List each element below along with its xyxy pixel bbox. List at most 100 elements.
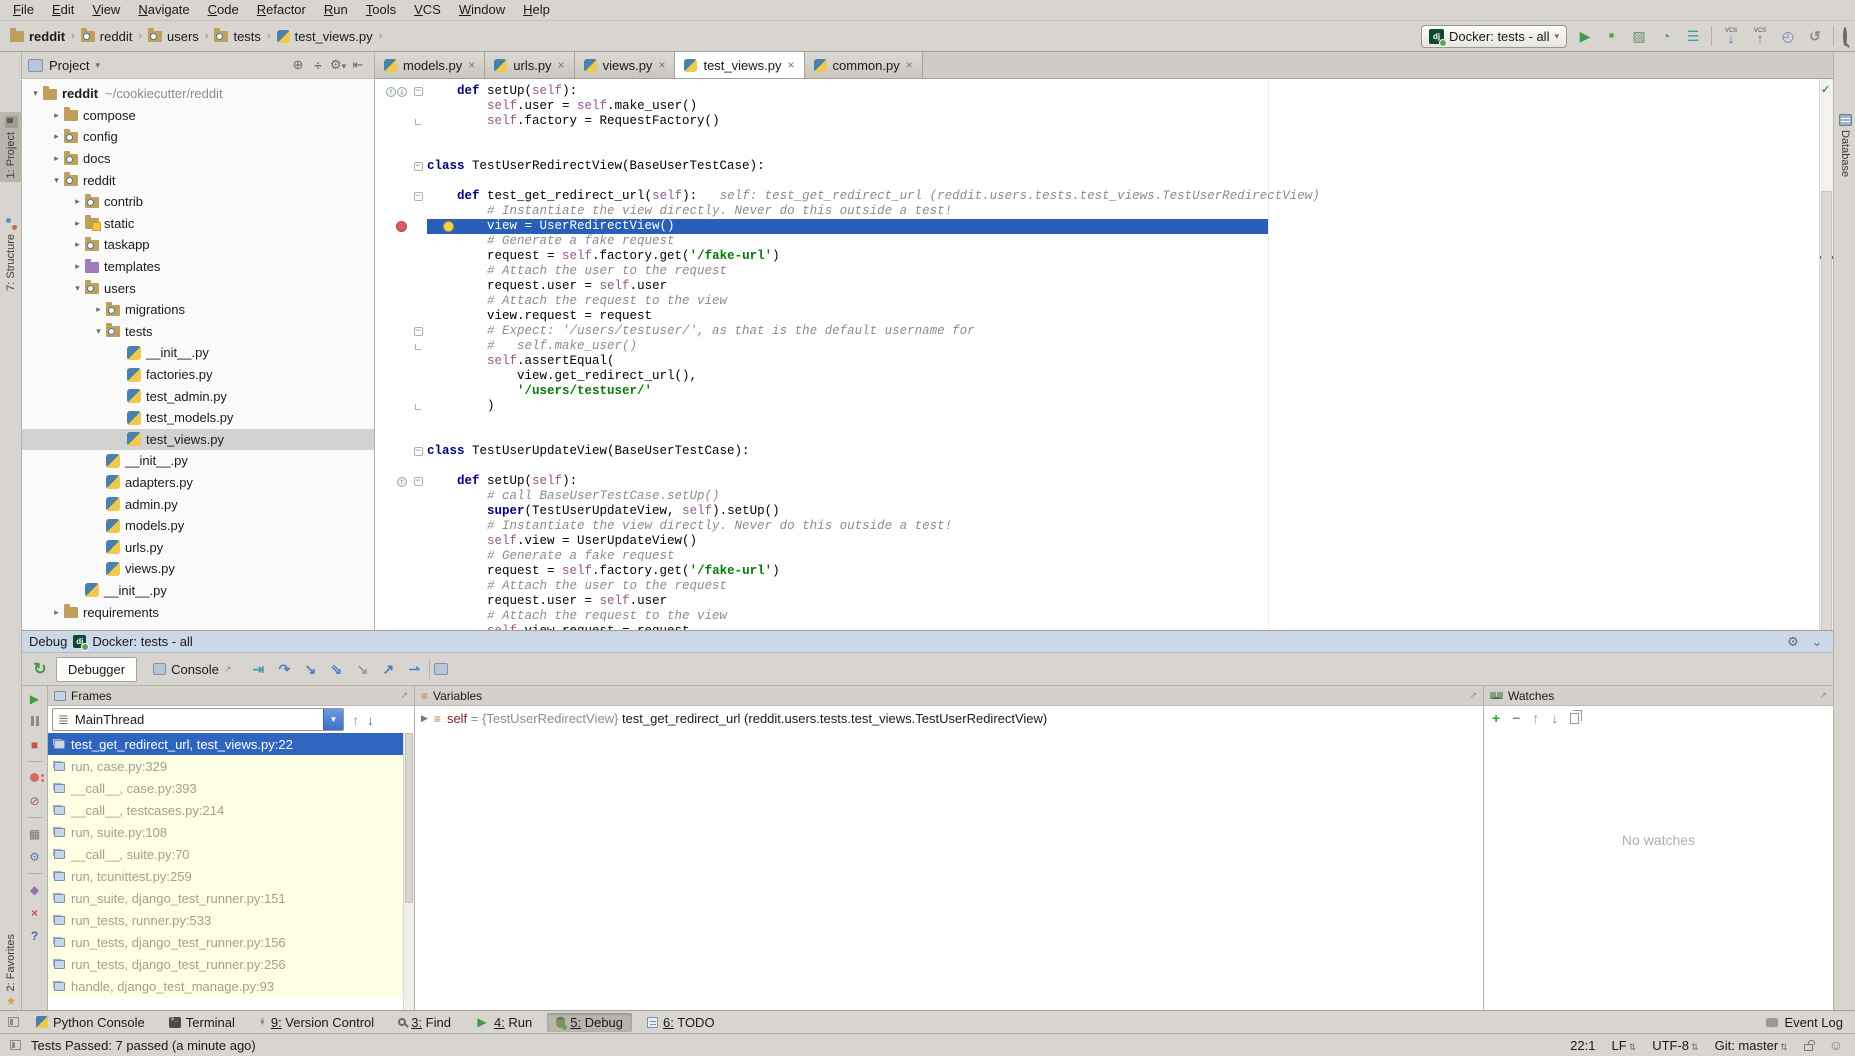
move-watch-up-button[interactable]: ↑ xyxy=(1532,711,1539,725)
tree-item-adapters-py[interactable]: adapters.py xyxy=(22,472,374,494)
debug-settings-button[interactable]: ⚙ xyxy=(1784,634,1802,650)
view-breakpoints-button[interactable] xyxy=(27,771,43,785)
code-line[interactable]: # Generate a fake request xyxy=(375,234,1833,249)
code-line[interactable] xyxy=(375,414,1833,429)
fold-collapse-icon[interactable]: − xyxy=(414,162,423,171)
thread-selector[interactable]: ≣ MainThread ▼ xyxy=(52,708,344,731)
close-tab-icon[interactable]: × xyxy=(468,58,475,72)
toolwindow-button-terminal[interactable]: Terminal xyxy=(160,1013,244,1032)
editor-tab-models-py[interactable]: models.py× xyxy=(375,52,485,78)
menu-item-vcs[interactable]: VCS xyxy=(405,0,450,20)
stack-frame-row[interactable]: run_tests, runner.py:533 xyxy=(48,909,414,931)
fold-collapse-icon[interactable]: − xyxy=(414,477,423,486)
add-watch-button[interactable]: + xyxy=(1492,711,1500,725)
menu-item-view[interactable]: View xyxy=(83,0,129,20)
event-log-button[interactable]: Event Log xyxy=(1766,1015,1843,1030)
git-branch-selector[interactable]: Git: master⇅ xyxy=(1715,1038,1788,1053)
sidebar-tab-project[interactable]: 1: Project xyxy=(0,112,22,182)
resume-button[interactable]: ▶ xyxy=(27,692,43,706)
tree-item-test-admin-py[interactable]: test_admin.py xyxy=(22,385,374,407)
chevron-collapsed-icon[interactable]: ▸ xyxy=(49,110,64,121)
run-button[interactable]: ▶ xyxy=(1576,27,1594,45)
breadcrumb-item[interactable]: tests xyxy=(214,29,260,44)
stack-frame-row[interactable]: __call__, suite.py:70 xyxy=(48,843,414,865)
code-line[interactable]: self.assertEqual( xyxy=(375,354,1833,369)
show-execution-point-button[interactable]: ⇥ xyxy=(247,661,269,678)
hide-debug-panel-button[interactable]: ⌄ xyxy=(1808,634,1826,650)
chevron-collapsed-icon[interactable]: ▸ xyxy=(70,218,85,229)
tree-item-config[interactable]: ▸config xyxy=(22,126,374,148)
remove-watch-button[interactable]: − xyxy=(1512,711,1520,725)
stack-frame-row[interactable]: run_tests, django_test_runner.py:256 xyxy=(48,953,414,975)
step-over-button[interactable]: ↷ xyxy=(273,661,295,678)
breadcrumb-item[interactable]: test_views.py xyxy=(277,29,373,44)
stack-frame-row[interactable]: run_suite, django_test_runner.py:151 xyxy=(48,887,414,909)
chevron-expanded-icon[interactable]: ▾ xyxy=(70,283,85,294)
stop-button[interactable]: ■ xyxy=(27,738,43,752)
code-line[interactable] xyxy=(375,459,1833,474)
hide-panel-button[interactable]: ⇤ xyxy=(348,57,368,73)
code-line[interactable]: view.request = request xyxy=(375,309,1833,324)
close-tab-icon[interactable]: × xyxy=(906,58,913,72)
concurrency-diagram-button[interactable]: ☰ xyxy=(1684,27,1702,45)
toolwindow-button-5-debug[interactable]: 5: Debug xyxy=(547,1013,632,1032)
tree-item-compose[interactable]: ▸compose xyxy=(22,105,374,127)
breadcrumb-item[interactable]: reddit xyxy=(10,29,65,44)
smart-step-into-button[interactable]: ↘ xyxy=(351,661,373,678)
menu-item-code[interactable]: Code xyxy=(199,0,248,20)
chevron-collapsed-icon[interactable]: ▸ xyxy=(49,153,64,164)
duplicate-watch-button[interactable] xyxy=(1570,713,1579,724)
tree-item-tests[interactable]: ▾tests xyxy=(22,321,374,343)
breadcrumb-item[interactable]: reddit xyxy=(81,29,133,44)
code-line[interactable]: − # Expect: '/users/testuser/', as that … xyxy=(375,324,1833,339)
code-line[interactable] xyxy=(375,429,1833,444)
scrollbar-thumb[interactable] xyxy=(405,733,413,903)
search-everywhere-button[interactable] xyxy=(1843,29,1847,44)
stack-frame-row[interactable]: run, suite.py:108 xyxy=(48,821,414,843)
toolwindow-button-9-version-control[interactable]: ▲▼9: Version Control xyxy=(250,1013,383,1032)
fold-collapse-icon[interactable]: − xyxy=(414,447,423,456)
move-watch-down-button[interactable]: ↓ xyxy=(1551,711,1558,725)
previous-frame-button[interactable]: ↑ xyxy=(352,712,359,728)
chevron-collapsed-icon[interactable]: ▸ xyxy=(49,131,64,142)
code-line[interactable]: view.get_redirect_url(), xyxy=(375,369,1833,384)
sidebar-tab-favorites[interactable]: 2: Favorites ★ xyxy=(0,930,22,1011)
combo-arrow-button[interactable]: ▼ xyxy=(323,709,343,730)
run-to-cursor-button[interactable]: ⇀ xyxy=(403,661,425,678)
menu-item-navigate[interactable]: Navigate xyxy=(129,0,198,20)
tree-item-admin-py[interactable]: admin.py xyxy=(22,493,374,515)
readonly-lock-icon[interactable] xyxy=(1804,1044,1813,1051)
vcs-update-button[interactable]: VCS↓ xyxy=(1721,28,1741,44)
menu-item-refactor[interactable]: Refactor xyxy=(248,0,315,20)
toolwindow-button-3-find[interactable]: 3: Find xyxy=(389,1013,460,1032)
tree-item-reddit[interactable]: ▾reddit xyxy=(22,169,374,191)
editor-scrollbar[interactable]: ✓ xyxy=(1819,79,1833,630)
stack-frame-row[interactable]: run, case.py:329 xyxy=(48,755,414,777)
menu-item-tools[interactable]: Tools xyxy=(357,0,405,20)
project-settings-button[interactable]: ⚙▾ xyxy=(328,57,348,73)
breakpoint-icon[interactable] xyxy=(396,221,407,232)
run-config-select[interactable]: dj Docker: tests - all ▾ xyxy=(1421,25,1567,48)
locate-file-button[interactable]: ⊕ xyxy=(288,57,308,73)
fold-collapse-icon[interactable]: − xyxy=(414,87,423,96)
code-line[interactable]: self.view = UserUpdateView() xyxy=(375,534,1833,549)
tab-debugger[interactable]: Debugger xyxy=(56,657,137,682)
code-line[interactable]: # call BaseUserTestCase.setUp() xyxy=(375,489,1833,504)
overriding-method-icon[interactable]: ↑ xyxy=(397,477,407,487)
tree-item--init-py[interactable]: __init__.py xyxy=(22,450,374,472)
code-line[interactable]: ) xyxy=(375,399,1833,414)
collapse-all-button[interactable]: ÷ xyxy=(308,58,328,73)
code-editor[interactable]: ↑↓− def setUp(self): self.user = self.ma… xyxy=(375,79,1833,630)
code-line[interactable]: # Attach the user to the request xyxy=(375,264,1833,279)
stack-frame-row[interactable]: run_tests, django_test_runner.py:156 xyxy=(48,931,414,953)
editor-tab-common-py[interactable]: common.py× xyxy=(805,52,923,78)
scrollbar-thumb[interactable] xyxy=(1821,191,1832,630)
frames-scrollbar[interactable] xyxy=(403,733,414,1010)
stack-frame-row[interactable]: handle, django_test_manage.py:93 xyxy=(48,975,414,997)
highlighting-level-icon[interactable]: ☺ xyxy=(1829,1037,1843,1053)
line-ending-selector[interactable]: LF⇅ xyxy=(1611,1038,1636,1053)
tree-item-models-py[interactable]: models.py xyxy=(22,515,374,537)
project-view-selector[interactable]: Project ▾ xyxy=(28,58,100,73)
code-line[interactable]: # Attach the user to the request xyxy=(375,579,1833,594)
toolwindow-button-6-todo[interactable]: 6: TODO xyxy=(638,1013,724,1032)
